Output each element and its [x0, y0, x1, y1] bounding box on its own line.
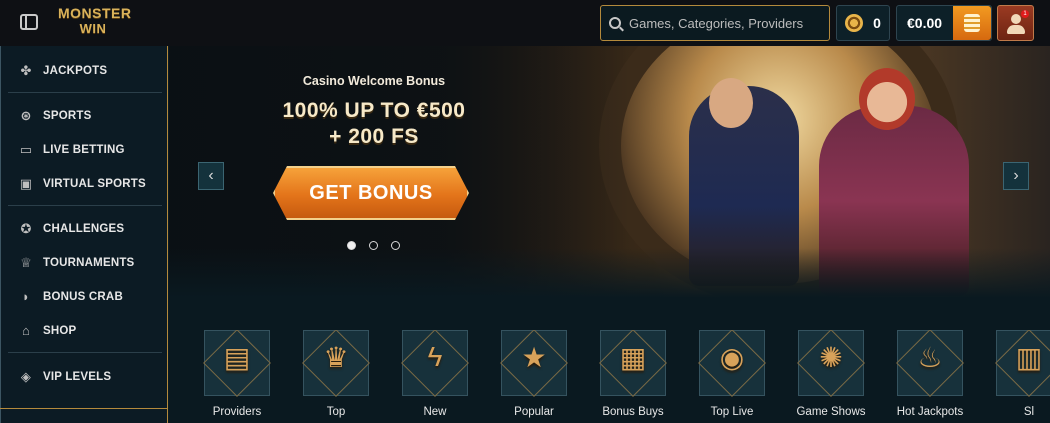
book-icon: ▤ [223, 342, 251, 373]
category-label: Providers [212, 406, 262, 418]
sidebar-toggle-icon[interactable] [20, 14, 38, 30]
carousel-dot-2[interactable] [369, 241, 378, 250]
category-popular[interactable]: ★ Popular [498, 330, 570, 423]
sidebar-item-label: VIP LEVELS [43, 371, 112, 383]
category-label: Hot Jackpots [896, 406, 964, 418]
carousel-dot-3[interactable] [391, 241, 400, 250]
sidebar-item-virtual-sports[interactable]: ▣ VIRTUAL SPORTS [18, 174, 146, 194]
coins-counter[interactable]: 0 [836, 5, 890, 41]
divider [8, 92, 162, 93]
diamond-icon: ◈ [20, 369, 32, 384]
lightning-icon: ϟ [427, 341, 443, 372]
search-input[interactable] [629, 15, 819, 31]
promo-headline-line2: + 200 FS [329, 125, 419, 148]
notification-badge: 1 [1021, 10, 1029, 18]
category-label: Game Shows [796, 406, 866, 418]
chest-icon: ▦ [619, 342, 647, 373]
sidebar-item-sports[interactable]: ⊛ SPORTS [18, 106, 92, 126]
carousel-prev-icon[interactable]: ‹ [198, 162, 224, 190]
basket-icon: ⌂ [21, 323, 31, 338]
slot-icon: ▥ [1015, 342, 1043, 373]
promo-title: Casino Welcome Bonus [302, 74, 446, 88]
search-icon [609, 17, 621, 29]
divider [0, 408, 168, 409]
category-bonus-buys[interactable]: ▦ Bonus Buys [597, 330, 669, 423]
promo-headline: 100% UP TO €500 + 200 FS [239, 98, 509, 150]
medal-icon: ✪ [20, 221, 32, 236]
sidebar-item-jackpots[interactable]: ✤ JACKPOTS [18, 61, 107, 81]
carousel-dots [347, 241, 400, 250]
logo-line2: WIN [79, 21, 107, 36]
sidebar-item-label: BONUS CRAB [43, 291, 123, 303]
category-providers[interactable]: ▤ Providers [201, 330, 273, 423]
banner-bottom-fade [169, 248, 1050, 298]
logo-line1: MONSTER [58, 5, 132, 21]
promo-banner: Casino Welcome Bonus 100% UP TO €500 + 2… [169, 46, 1050, 298]
carousel-dot-1[interactable] [347, 241, 356, 250]
sidebar-item-label: SPORTS [43, 110, 92, 122]
crab-icon: ◗ [21, 289, 31, 304]
star-icon: ★ [521, 342, 547, 373]
divider [8, 352, 162, 353]
category-label: New [423, 406, 447, 418]
top-bar: MONSTER WIN 0 €0.00 1 [0, 0, 1050, 46]
monitor-icon: ▣ [19, 176, 33, 191]
category-label: Bonus Buys [602, 406, 664, 418]
category-top-live[interactable]: ◉ Top Live [696, 330, 768, 423]
search-box[interactable] [600, 5, 830, 41]
user-icon [1011, 14, 1021, 24]
coin-icon [845, 14, 864, 32]
sidebar-item-bonus-crab[interactable]: ◗ BONUS CRAB [18, 287, 123, 307]
crown-icon: ♛ [323, 342, 349, 373]
chip-icon: ◉ [719, 342, 745, 373]
category-label: Top [326, 406, 346, 418]
category-label: Popular [514, 406, 554, 418]
sidebar-item-label: CHALLENGES [43, 223, 125, 235]
category-game-shows[interactable]: ✺ Game Shows [795, 330, 867, 423]
category-label: Top Live [710, 406, 754, 418]
category-strip: ▤ Providers ♛ Top ϟ New ★ Popular ▦ Bonu… [201, 330, 1050, 423]
deposit-button[interactable] [953, 6, 991, 40]
sidebar-item-label: TOURNAMENTS [43, 257, 135, 269]
flame-icon: ♨ [917, 342, 943, 373]
sidebar-item-live-betting[interactable]: ▭ LIVE BETTING [18, 140, 125, 160]
sidebar-item-vip-levels[interactable]: ◈ VIP LEVELS [18, 367, 111, 387]
balance-widget[interactable]: €0.00 [896, 5, 992, 41]
category-slots[interactable]: ▥ Sl [993, 330, 1050, 423]
carousel-next-icon[interactable]: › [1003, 162, 1029, 190]
banner-character-man-head [709, 78, 753, 128]
sidebar-item-label: JACKPOTS [43, 65, 108, 77]
category-label: Sl [1023, 406, 1035, 418]
wheel-icon: ✺ [819, 342, 843, 373]
sidebar-item-label: LIVE BETTING [43, 144, 125, 156]
sidebar-item-label: SHOP [43, 325, 77, 337]
coin-stack-icon [964, 14, 980, 32]
trophy-icon: ♕ [20, 255, 32, 270]
category-hot-jackpots[interactable]: ♨ Hot Jackpots [894, 330, 966, 423]
profile-button[interactable]: 1 [997, 5, 1034, 41]
category-new[interactable]: ϟ New [399, 330, 471, 423]
ball-icon: ⊛ [20, 108, 32, 123]
user-icon-body [1007, 25, 1025, 34]
get-bonus-button[interactable]: GET BONUS [273, 166, 469, 220]
promo-headline-line1: 100% UP TO €500 [282, 99, 466, 122]
main-content: Casino Welcome Bonus 100% UP TO €500 + 2… [169, 46, 1050, 423]
sidebar-item-tournaments[interactable]: ♕ TOURNAMENTS [18, 253, 134, 273]
category-top[interactable]: ♛ Top [300, 330, 372, 423]
logo[interactable]: MONSTER WIN [58, 5, 132, 41]
banner-character-woman-head [859, 68, 915, 130]
sidebar-item-label: VIRTUAL SPORTS [43, 178, 146, 190]
sidebar: ✤ JACKPOTS ⊛ SPORTS ▭ LIVE BETTING ▣ VIR… [0, 46, 168, 423]
clover-icon: ✤ [20, 63, 32, 78]
sidebar-item-shop[interactable]: ⌂ SHOP [18, 321, 76, 341]
coins-value: 0 [873, 15, 881, 31]
balance-amount: €0.00 [907, 15, 943, 31]
divider [8, 205, 162, 206]
sidebar-item-challenges[interactable]: ✪ CHALLENGES [18, 219, 124, 239]
live-icon: ▭ [19, 142, 33, 157]
